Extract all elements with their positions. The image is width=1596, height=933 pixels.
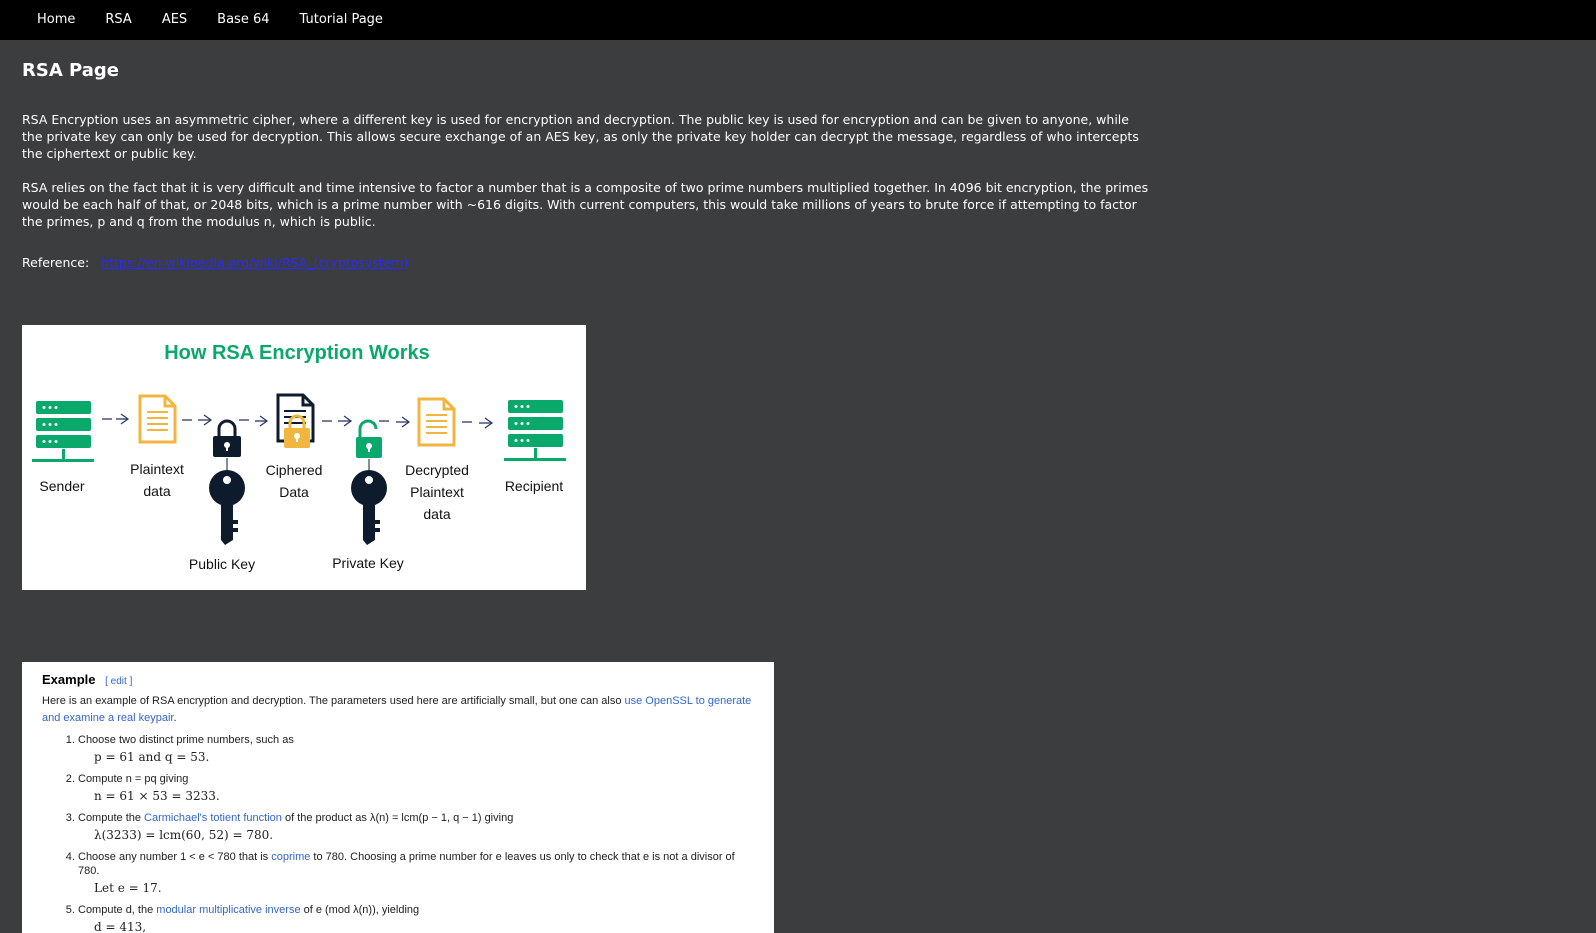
step-1-math: p = 61 and q = 53. <box>94 750 210 764</box>
reference-line: Reference: https://en.wikipedia.org/wiki… <box>22 255 1574 270</box>
diagram-title: How RSA Encryption Works <box>164 342 430 364</box>
public-key-label: Public Key <box>189 556 255 572</box>
example-step-3: Compute the Carmichael's totient functio… <box>78 811 754 842</box>
private-key-label: Private Key <box>332 555 404 571</box>
step-3-math: λ(3233) = lcm(60, 52) = 780. <box>94 828 274 842</box>
page-title: RSA Page <box>22 60 119 81</box>
nav-home[interactable]: Home <box>22 0 90 40</box>
example-step-1: Choose two distinct prime numbers, such … <box>78 733 754 764</box>
step-4-text-pre: Choose any number 1 < e < 780 that is <box>78 851 272 863</box>
coprime-link[interactable]: coprime <box>271 851 310 863</box>
step-2-math: n = 61 × 53 = 3233. <box>94 789 220 803</box>
sender-server-icon <box>32 401 94 462</box>
example-heading-text: Example <box>42 672 96 687</box>
decrypted-document-icon <box>417 397 456 447</box>
recipient-label: Recipient <box>505 478 563 494</box>
step-3-text-post: of the product as λ(n) = lcm(p − 1, q − … <box>281 812 514 824</box>
step-5-math: d = 413, <box>94 920 147 933</box>
example-step-2: Compute n = pq giving n = 61 × 53 = 3233… <box>78 772 754 803</box>
decrypted-label-line2: Plaintext <box>410 484 464 500</box>
plaintext-document-icon <box>138 394 177 444</box>
carmichael-link[interactable]: Carmichael's totient function <box>144 812 282 824</box>
public-key-icon <box>209 458 245 545</box>
example-step-5: Compute d, the modular multiplicative in… <box>78 903 754 933</box>
reference-label: Reference: <box>22 255 90 270</box>
example-edit-link[interactable]: [ edit ] <box>105 676 132 687</box>
example-steps: Choose two distinct prime numbers, such … <box>78 733 754 933</box>
step-1-text: Choose two distinct prime numbers, such … <box>78 734 294 746</box>
rsa-diagram-svg: How RSA Encryption Works Sender Plaintex… <box>32 342 566 572</box>
step-2-text: Compute n = pq giving <box>78 773 189 785</box>
step-5-text-pre: Compute d, the <box>78 904 157 916</box>
intro-paragraph: RSA Encryption uses an asymmetric cipher… <box>22 112 1139 161</box>
step-5-text-post: of e (mod λ(n)), yielding <box>300 904 420 916</box>
example-intro: Here is an example of RSA encryption and… <box>42 693 754 727</box>
example-step-4: Choose any number 1 < e < 780 that is co… <box>78 850 754 895</box>
reference-link[interactable]: https://en.wikipedia.org/wiki/RSA_(crypt… <box>101 255 408 270</box>
step-4-math: Let e = 17. <box>94 881 162 895</box>
nav-tutorial[interactable]: Tutorial Page <box>285 0 398 40</box>
example-heading: Example [ edit ] <box>42 672 754 687</box>
nav-rsa[interactable]: RSA <box>90 0 146 40</box>
nav-base64[interactable]: Base 64 <box>202 0 284 40</box>
plaintext-label-line2: data <box>143 483 170 499</box>
sender-label: Sender <box>39 478 84 494</box>
step-3-text-pre: Compute the <box>78 812 145 824</box>
ciphered-document-icon <box>276 393 315 448</box>
example-panel: Example [ edit ] Here is an example of R… <box>22 662 774 933</box>
modular-inverse-link[interactable]: modular multiplicative inverse <box>156 904 300 916</box>
recipient-server-icon <box>504 400 566 461</box>
nav-aes[interactable]: AES <box>147 0 202 40</box>
lock-closed-icon <box>213 419 241 457</box>
example-intro-end: . <box>173 712 177 724</box>
top-nav: Home RSA AES Base 64 Tutorial Page <box>0 0 1596 40</box>
ciphered-label-line2: Data <box>279 484 309 500</box>
ciphered-label-line1: Ciphered <box>266 462 323 478</box>
main-content: RSA Page RSA Encryption uses an asymmetr… <box>0 60 1596 933</box>
private-key-icon <box>351 459 387 545</box>
rsa-diagram: How RSA Encryption Works Sender Plaintex… <box>22 325 586 590</box>
decrypted-label-line3: data <box>423 506 450 522</box>
example-intro-text: Here is an example of RSA encryption and… <box>42 695 625 707</box>
decrypted-label-line1: Decrypted <box>405 462 469 478</box>
factoring-paragraph: RSA relies on the fact that it is very d… <box>22 180 1149 229</box>
plaintext-label-line1: Plaintext <box>130 461 184 477</box>
lock-open-icon <box>356 419 382 458</box>
